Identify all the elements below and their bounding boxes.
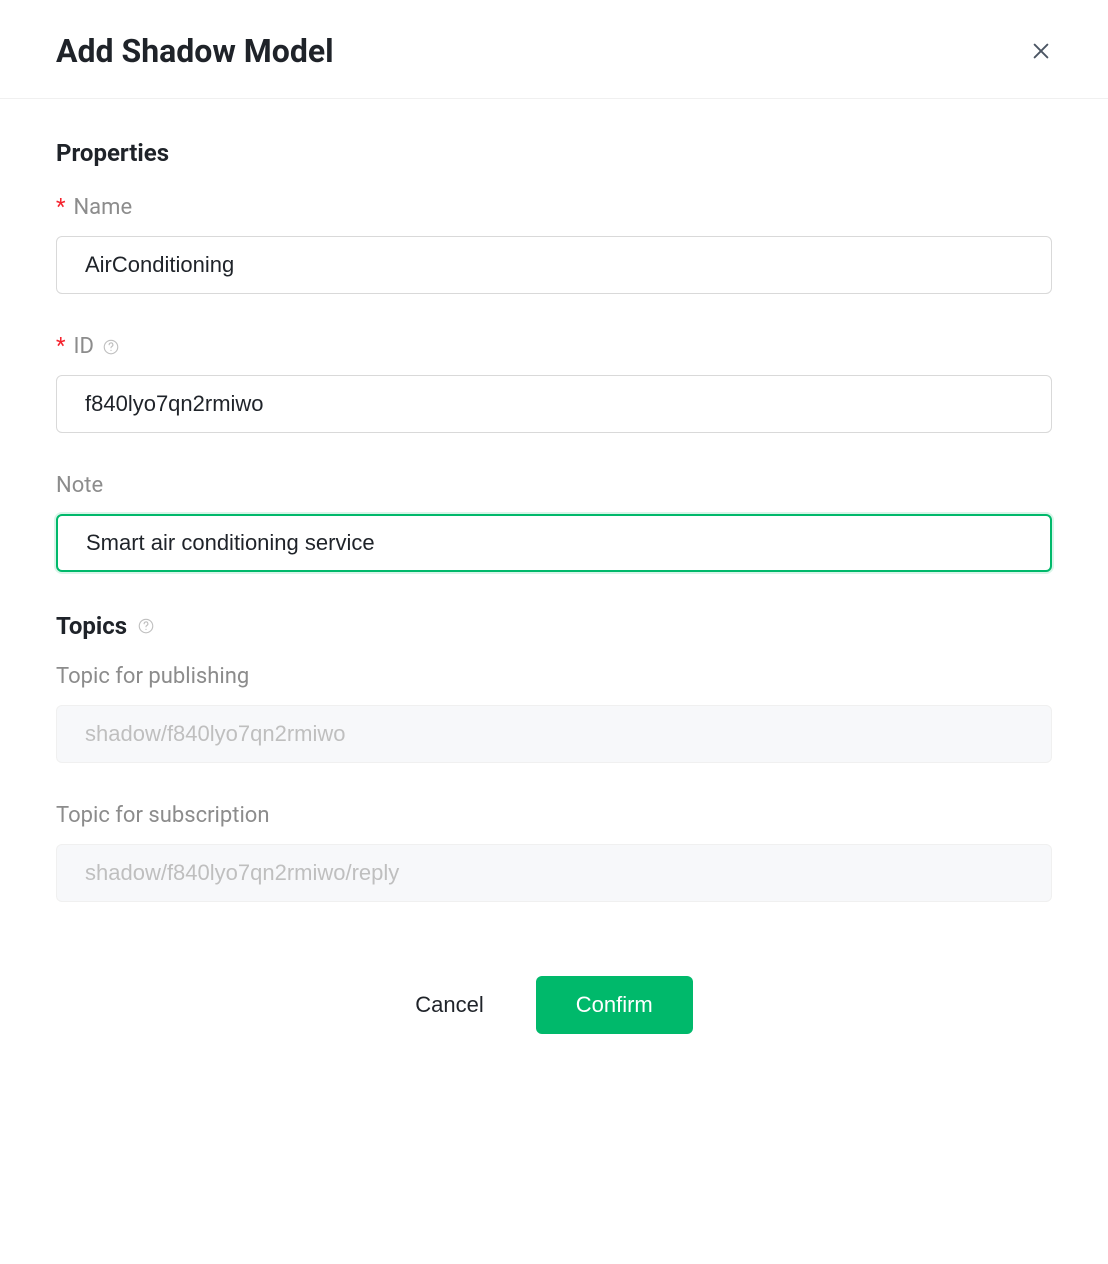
id-input[interactable]: [56, 375, 1052, 433]
modal-title: Add Shadow Model: [56, 32, 334, 70]
subscribe-topic-input: [56, 844, 1052, 902]
publish-topic-group: Topic for publishing: [56, 664, 1052, 763]
publish-topic-input: [56, 705, 1052, 763]
footer-actions: Cancel Confirm: [56, 942, 1052, 1034]
note-field-group: Note: [56, 473, 1052, 572]
note-label-row: Note: [56, 473, 1052, 498]
subscribe-label: Topic for subscription: [56, 803, 270, 828]
id-label: ID: [73, 334, 93, 359]
required-asterisk: *: [56, 336, 65, 358]
properties-heading: Properties: [56, 139, 1052, 167]
name-field-group: * Name: [56, 195, 1052, 294]
subscribe-label-row: Topic for subscription: [56, 803, 1052, 828]
close-button[interactable]: [1030, 40, 1052, 62]
name-label: Name: [73, 195, 132, 220]
topics-heading: Topics: [56, 612, 1052, 640]
id-field-group: * ID: [56, 334, 1052, 433]
note-label: Note: [56, 473, 103, 498]
note-input[interactable]: [56, 514, 1052, 572]
modal-header: Add Shadow Model: [0, 0, 1108, 99]
modal-body: Properties * Name * ID Note Top: [0, 99, 1108, 1054]
help-icon[interactable]: [102, 338, 120, 356]
confirm-button[interactable]: Confirm: [536, 976, 693, 1034]
help-icon[interactable]: [137, 617, 155, 635]
publish-label-row: Topic for publishing: [56, 664, 1052, 689]
close-icon: [1030, 40, 1052, 62]
publish-label: Topic for publishing: [56, 664, 249, 689]
required-asterisk: *: [56, 197, 65, 219]
id-label-row: * ID: [56, 334, 1052, 359]
name-input[interactable]: [56, 236, 1052, 294]
name-label-row: * Name: [56, 195, 1052, 220]
subscribe-topic-group: Topic for subscription: [56, 803, 1052, 902]
topics-heading-text: Topics: [56, 612, 127, 640]
cancel-button[interactable]: Cancel: [415, 992, 483, 1018]
